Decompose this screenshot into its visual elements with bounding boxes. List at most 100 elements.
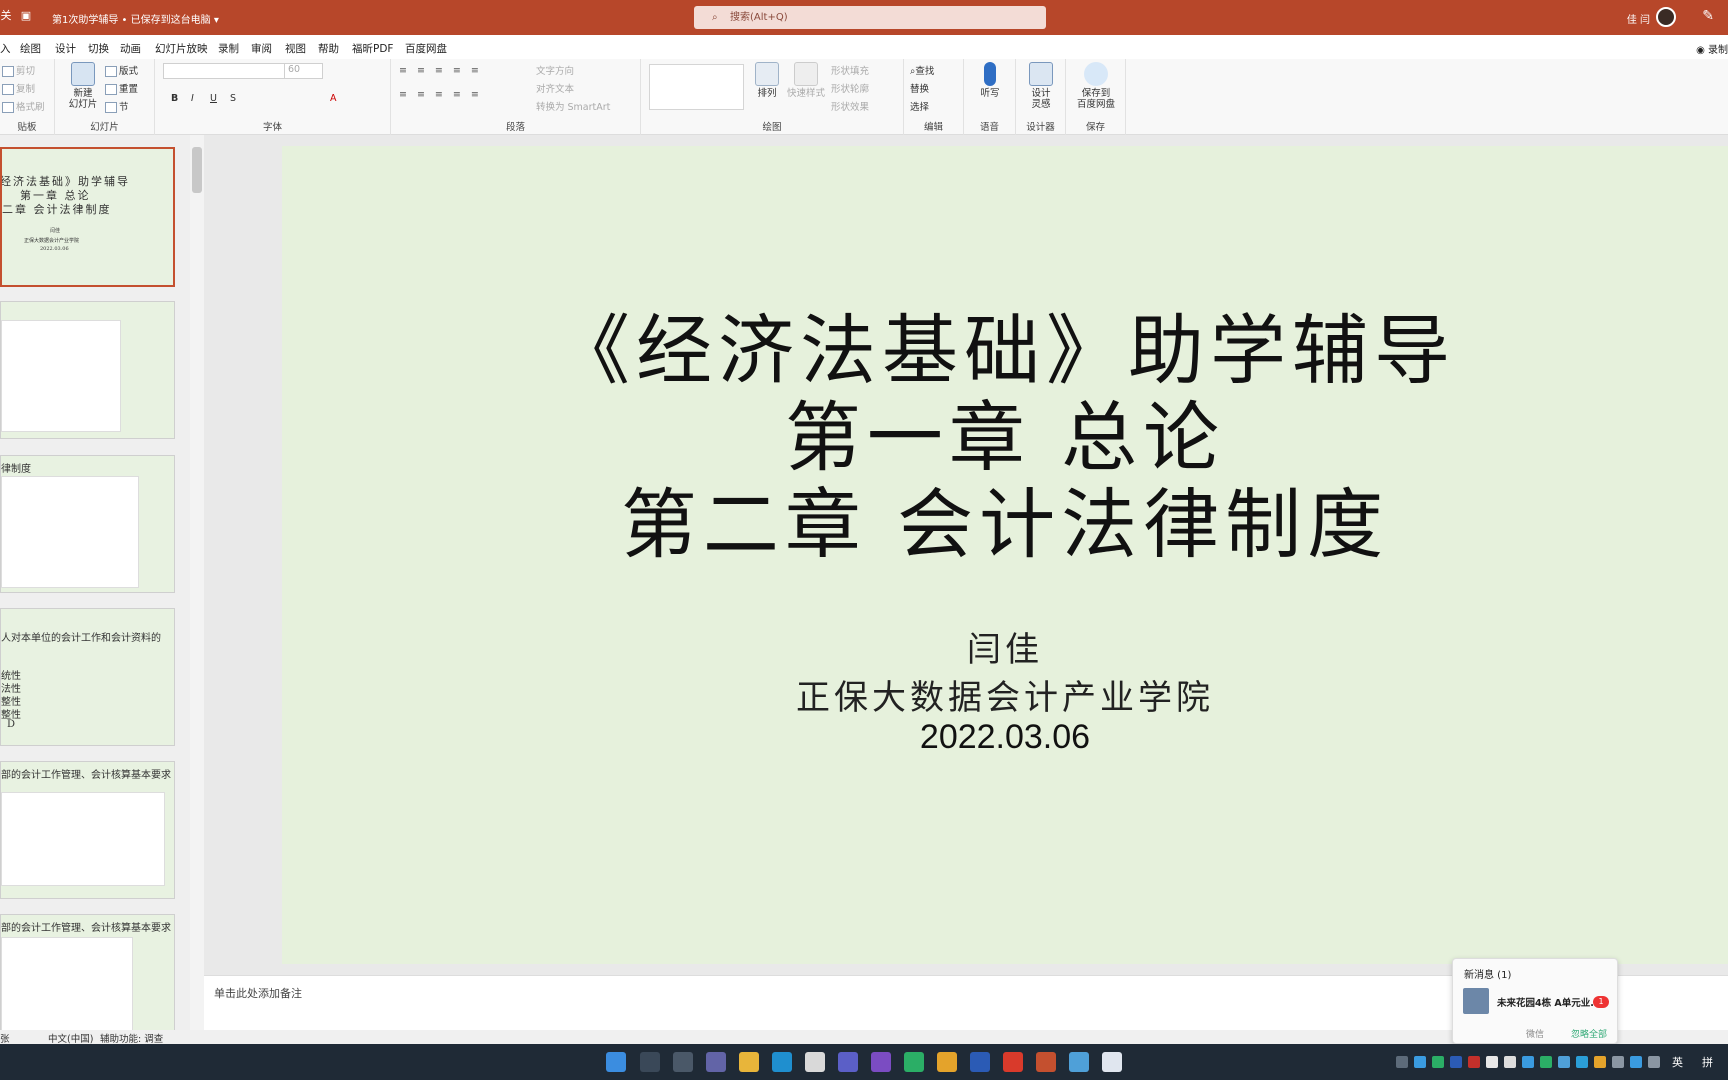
slide-thumbnail-6[interactable]: 部的会计工作管理、会计核算基本要求 xyxy=(0,914,175,1032)
onedrive-icon[interactable] xyxy=(1504,1056,1516,1068)
slide-thumbnail-2[interactable] xyxy=(0,301,175,439)
format-painter-button[interactable]: 格式刷 xyxy=(2,99,45,113)
slide-school[interactable]: 正保大数据会计产业学院 xyxy=(282,670,1728,719)
bold-button[interactable]: B xyxy=(171,93,178,104)
chrome-icon[interactable] xyxy=(937,1052,957,1072)
slide-author[interactable]: 闫佳 xyxy=(282,622,1728,671)
edge-icon[interactable] xyxy=(772,1052,792,1072)
thumbnail-scrollbar[interactable] xyxy=(190,135,204,1030)
tray-icon[interactable] xyxy=(1486,1056,1498,1068)
tab-view[interactable]: 视图 xyxy=(285,41,306,56)
italic-button[interactable]: I xyxy=(191,93,194,104)
avatar[interactable] xyxy=(1656,7,1676,27)
notification-message[interactable]: 未来花园4栋 A单元业... xyxy=(1497,995,1601,1009)
slide-thumbnail-5[interactable]: 部的会计工作管理、会计核算基本要求 xyxy=(0,761,175,899)
tray-icon[interactable] xyxy=(1468,1056,1480,1068)
wechat-icon[interactable] xyxy=(904,1052,924,1072)
record-button[interactable]: ◉ 录制 xyxy=(1696,41,1728,56)
align-text-button[interactable]: 对齐文本 xyxy=(536,81,574,95)
tab-slideshow[interactable]: 幻灯片放映 xyxy=(155,41,208,56)
slide-thumbnail-3[interactable]: 律制度 xyxy=(0,455,175,593)
language-status[interactable]: 中文(中国) xyxy=(48,1031,93,1045)
tray-icon[interactable] xyxy=(1414,1056,1426,1068)
ignore-all-link[interactable]: 忽略全部 xyxy=(1571,1027,1607,1040)
ime-language[interactable]: 英 xyxy=(1672,1054,1683,1070)
wechat-tray-icon[interactable] xyxy=(1540,1056,1552,1068)
battery-icon[interactable] xyxy=(1612,1056,1624,1068)
section-button[interactable]: 节 xyxy=(105,99,129,113)
tab-design[interactable]: 设计 xyxy=(55,41,76,56)
slide-thumbnail-4[interactable]: 人对本单位的会计工作和会计资料的 统性 法性 整性 整性 D xyxy=(0,608,175,746)
font-color-icon[interactable]: A xyxy=(330,93,337,104)
quick-styles-button[interactable]: 快速样式 xyxy=(786,62,826,99)
tray-icon[interactable] xyxy=(1450,1056,1462,1068)
shape-fill-button[interactable]: 形状填充 xyxy=(831,63,869,77)
text-direction-button[interactable]: 文字方向 xyxy=(536,63,574,77)
tab-transitions[interactable]: 切换 xyxy=(88,41,109,56)
apps-icon[interactable] xyxy=(838,1052,858,1072)
tray-icon[interactable] xyxy=(1630,1056,1642,1068)
tab-help[interactable]: 帮助 xyxy=(318,41,339,56)
app-icon[interactable] xyxy=(871,1052,891,1072)
pen-icon[interactable]: ✎ xyxy=(1702,8,1714,24)
ime-mode[interactable]: 拼 xyxy=(1702,1054,1713,1070)
tray-icon[interactable] xyxy=(1594,1056,1606,1068)
slide-thumbnail-1[interactable]: 经济法基础》助学辅导 第一章 总论 二章 会计法律制度 闫佳 正保大数据会计产业… xyxy=(0,147,175,287)
arrange-button[interactable]: 排列 xyxy=(751,62,783,99)
shape-outline-button[interactable]: 形状轮廓 xyxy=(831,81,869,95)
cut-button[interactable]: 剪切 xyxy=(2,63,35,77)
find-button[interactable]: ⌕查找 xyxy=(910,63,934,77)
underline-button[interactable]: U xyxy=(210,93,217,104)
design-ideas-button[interactable]: 设计 灵感 xyxy=(1024,62,1058,110)
xmind-icon[interactable] xyxy=(1003,1052,1023,1072)
tab-animations[interactable]: 动画 xyxy=(120,41,141,56)
shapes-gallery[interactable] xyxy=(649,64,744,110)
layout-button[interactable]: 版式 xyxy=(105,63,138,77)
windows-start-icon[interactable] xyxy=(606,1052,626,1072)
tray-icon[interactable] xyxy=(1558,1056,1570,1068)
save-baidu-button[interactable]: 保存到 百度网盘 xyxy=(1070,62,1122,110)
powerpoint-icon[interactable] xyxy=(1036,1052,1056,1072)
file-explorer-icon[interactable] xyxy=(739,1052,759,1072)
bluetooth-icon[interactable] xyxy=(1522,1056,1534,1068)
tray-chevron-icon[interactable] xyxy=(1396,1056,1408,1068)
copy-button[interactable]: 复制 xyxy=(2,81,35,95)
select-button[interactable]: 选择 xyxy=(910,99,929,113)
tab-baidu-netdisk[interactable]: 百度网盘 xyxy=(405,41,447,56)
list-icons[interactable]: ≡≡≡≡≡ xyxy=(399,65,489,76)
shape-effects-button[interactable]: 形状效果 xyxy=(831,99,869,113)
task-view-icon[interactable] xyxy=(673,1052,693,1072)
slide-date[interactable]: 2022.03.06 xyxy=(282,718,1728,757)
save-icon[interactable]: ▣ xyxy=(18,8,34,24)
shadow-button[interactable]: S xyxy=(230,93,236,104)
store-icon[interactable] xyxy=(805,1052,825,1072)
tab-record[interactable]: 录制 xyxy=(218,41,239,56)
accessibility-status[interactable]: 辅助功能: 调查 xyxy=(100,1031,163,1045)
microphone-icon[interactable] xyxy=(1648,1056,1660,1068)
font-name-input[interactable] xyxy=(163,63,291,79)
font-size-input[interactable]: 60 xyxy=(284,63,323,79)
smartart-button[interactable]: 转换为 SmartArt xyxy=(536,99,610,113)
app-icon[interactable] xyxy=(1069,1052,1089,1072)
reset-button[interactable]: 重置 xyxy=(105,81,138,95)
app-icon[interactable] xyxy=(1102,1052,1122,1072)
search-box[interactable]: ⌕ 搜索(Alt+Q) xyxy=(694,6,1046,29)
tray-icon[interactable] xyxy=(1432,1056,1444,1068)
new-slide-button[interactable]: 新建 幻灯片 xyxy=(60,62,106,110)
scrollbar-thumb[interactable] xyxy=(192,147,202,193)
dictate-button[interactable]: 听写 xyxy=(973,62,1007,99)
user-name[interactable]: 佳 闫 xyxy=(1627,11,1650,26)
tab-draw[interactable]: 绘图 xyxy=(20,41,41,56)
replace-button[interactable]: 替换 xyxy=(910,81,929,95)
teams-icon[interactable] xyxy=(706,1052,726,1072)
align-icons[interactable]: ≡≡≡≡≡ xyxy=(399,89,489,100)
tab-foxit-pdf[interactable]: 福昕PDF xyxy=(352,41,393,56)
word-icon[interactable] xyxy=(970,1052,990,1072)
wechat-notification[interactable]: 新消息 (1) 未来花园4栋 A单元业... 1 微信 忽略全部 xyxy=(1452,958,1618,1044)
tab-insert[interactable]: 入 xyxy=(0,41,11,56)
slide-title-line-3[interactable]: 第二章 会计法律制度 xyxy=(282,463,1728,573)
document-title[interactable]: 第1次助学辅导 • 已保存到这台电脑 ▾ xyxy=(52,11,219,26)
search-icon[interactable] xyxy=(640,1052,660,1072)
tab-review[interactable]: 审阅 xyxy=(251,41,272,56)
close-icon[interactable]: 关 xyxy=(0,8,14,24)
